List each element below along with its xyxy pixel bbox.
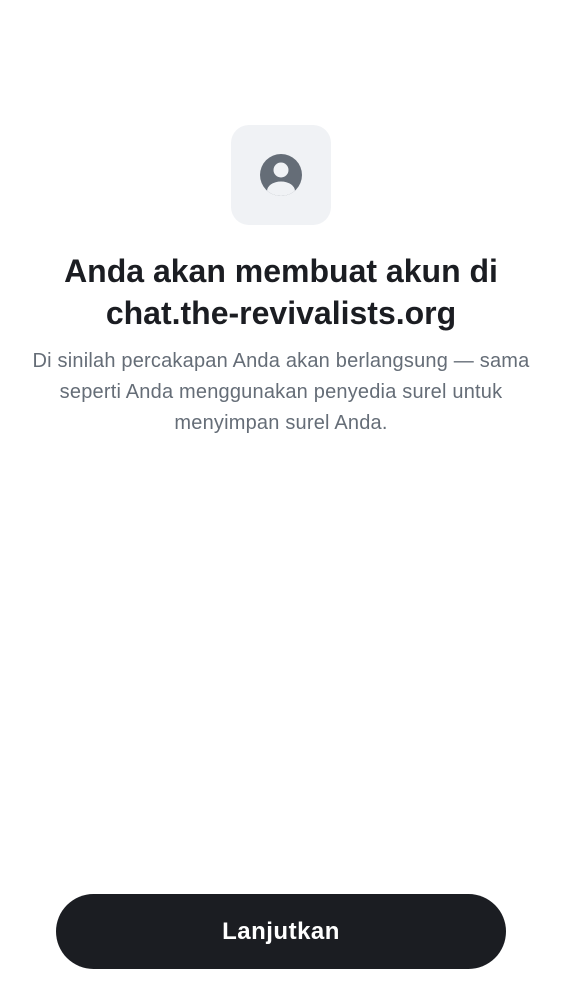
user-profile-icon	[259, 153, 303, 197]
page-description: Di sinilah percakapan Anda akan berlangs…	[32, 350, 530, 434]
page-title: Anda akan membuat akun di chat.the-reviv…	[64, 253, 498, 331]
continue-button[interactable]: Lanjutkan	[56, 894, 506, 969]
user-icon-tile	[231, 125, 331, 225]
create-account-screen: Anda akan membuat akun di chat.the-reviv…	[0, 0, 562, 1000]
